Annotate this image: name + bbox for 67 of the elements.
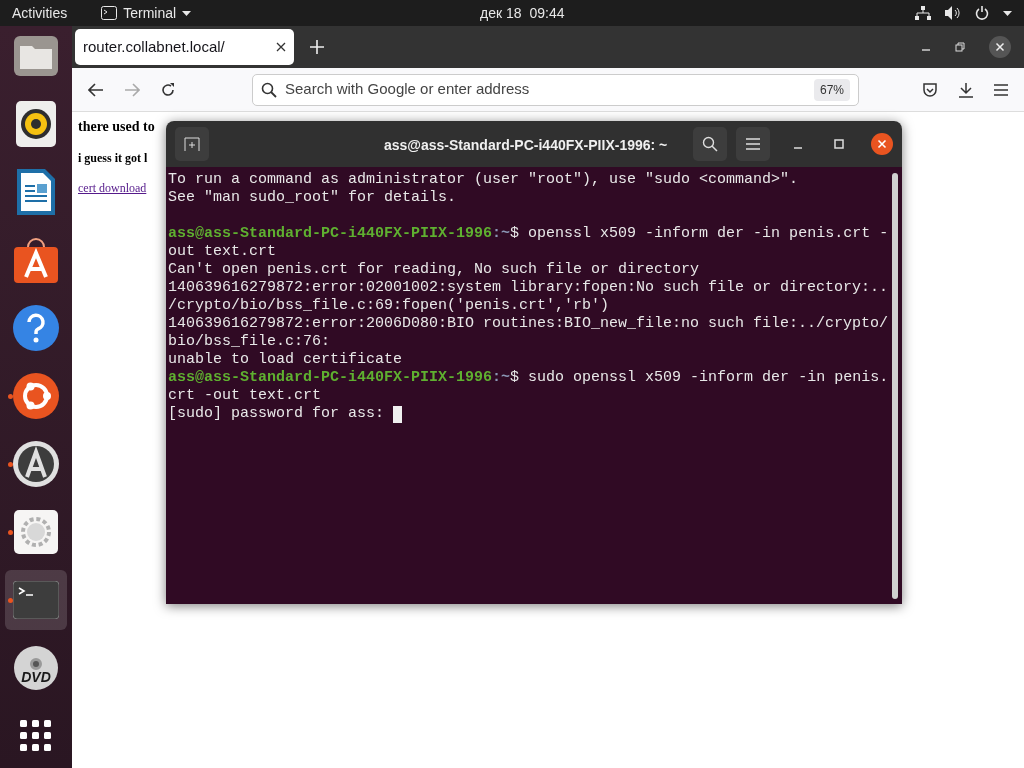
- dock-item[interactable]: DVD: [5, 638, 67, 698]
- terminal-line: crt -out text.crt: [168, 387, 322, 405]
- clock[interactable]: 09:44: [529, 2, 565, 24]
- maximize-icon[interactable]: [834, 139, 844, 149]
- terminal-line: bio/bss_file.c:76:: [168, 333, 331, 351]
- shopping-bag-icon: [14, 237, 58, 283]
- power-icon[interactable]: [975, 6, 989, 20]
- reload-icon[interactable]: [160, 81, 176, 98]
- page-text: i guess it got l: [78, 150, 148, 167]
- running-indicator: [8, 530, 13, 535]
- help-icon: [13, 305, 59, 351]
- terminal-line: 140639616279872:error:2006D080:BIO routines:BIO_new_file:no such file:../crypto/: [168, 315, 889, 333]
- cert-download-link[interactable]: cert download: [78, 179, 147, 197]
- dvd-icon: DVD: [14, 646, 58, 690]
- updater-icon: [13, 441, 59, 487]
- close-icon[interactable]: [871, 133, 893, 155]
- volume-icon[interactable]: [945, 6, 961, 20]
- search-icon: [702, 136, 718, 152]
- terminal-line: Can't open penis.crt for reading, No such file or directory: [168, 261, 700, 279]
- address-input[interactable]: Search with Google or enter address: [285, 78, 806, 101]
- new-tab-button[interactable]: [175, 127, 209, 161]
- caret-icon: [182, 10, 192, 16]
- close-icon[interactable]: [989, 36, 1011, 58]
- search-icon: [261, 81, 277, 98]
- app-grid-icon: [20, 720, 52, 752]
- terminal-line: ass@ass-Standard-PC-i440FX-PIIX-1996:~$ openssl x509 -inform der -in penis.crt -: [168, 225, 889, 243]
- address-bar[interactable]: Search with Google or enter address 67%: [252, 73, 859, 106]
- caret-icon[interactable]: [1003, 10, 1012, 16]
- gear-icon: [14, 510, 58, 554]
- terminal-line: 140639616279872:error:02001002:system library:fopen:No such file or directory:..: [168, 279, 889, 297]
- speaker-icon: [16, 101, 56, 147]
- terminal-line: To run a command as administrator (user "root"), use "sudo <command>".: [168, 171, 799, 189]
- zoom-level[interactable]: 67%: [813, 78, 850, 101]
- pocket-icon[interactable]: [922, 81, 938, 98]
- running-indicator: [8, 598, 13, 603]
- restore-icon[interactable]: [955, 42, 965, 52]
- menu-icon: [746, 138, 760, 150]
- back-icon[interactable]: [88, 82, 104, 97]
- terminal-line: out text.crt: [168, 243, 277, 261]
- document-icon: [17, 169, 55, 215]
- window-title: ass@ass-Standard-PC-i440FX-PIIX-1996: ~: [384, 136, 668, 155]
- network-icon[interactable]: [915, 6, 931, 20]
- terminal-line: unable to load certificate: [168, 351, 403, 369]
- running-indicator: [8, 462, 13, 467]
- terminal-icon: [101, 6, 118, 20]
- terminal-line: ass@ass-Standard-PC-i440FX-PIIX-1996:~$ sudo openssl x509 -inform der -in penis.: [168, 369, 889, 387]
- menu-button[interactable]: [736, 127, 770, 161]
- page-heading: there used to: [78, 118, 155, 136]
- download-icon[interactable]: [958, 81, 974, 98]
- close-icon[interactable]: [276, 42, 286, 52]
- terminal-icon: [13, 581, 59, 619]
- tab-title: router.collabnet.local/: [83, 36, 226, 57]
- terminal-line: [sudo] password for ass:: [168, 405, 386, 423]
- activities-button[interactable]: Activities: [12, 2, 68, 24]
- search-button[interactable]: [693, 127, 727, 161]
- menu-icon[interactable]: [994, 83, 1008, 96]
- running-indicator: [8, 394, 13, 399]
- terminal-line: See "man sudo_root" for details.: [168, 189, 457, 207]
- terminal-line: /crypto/bio/bss_file.c:69:fopen('penis.crt','rb'): [168, 297, 610, 315]
- app-menu[interactable]: Terminal: [101, 2, 192, 24]
- new-tab-icon: [184, 137, 200, 151]
- folder-icon: [14, 36, 58, 76]
- date[interactable]: дек 18: [480, 2, 522, 24]
- browser-tab[interactable]: router.collabnet.local/: [75, 29, 294, 65]
- scrollbar[interactable]: [892, 173, 898, 599]
- new-tab-icon[interactable]: [310, 40, 324, 54]
- ubuntu-logo-icon: [13, 373, 59, 419]
